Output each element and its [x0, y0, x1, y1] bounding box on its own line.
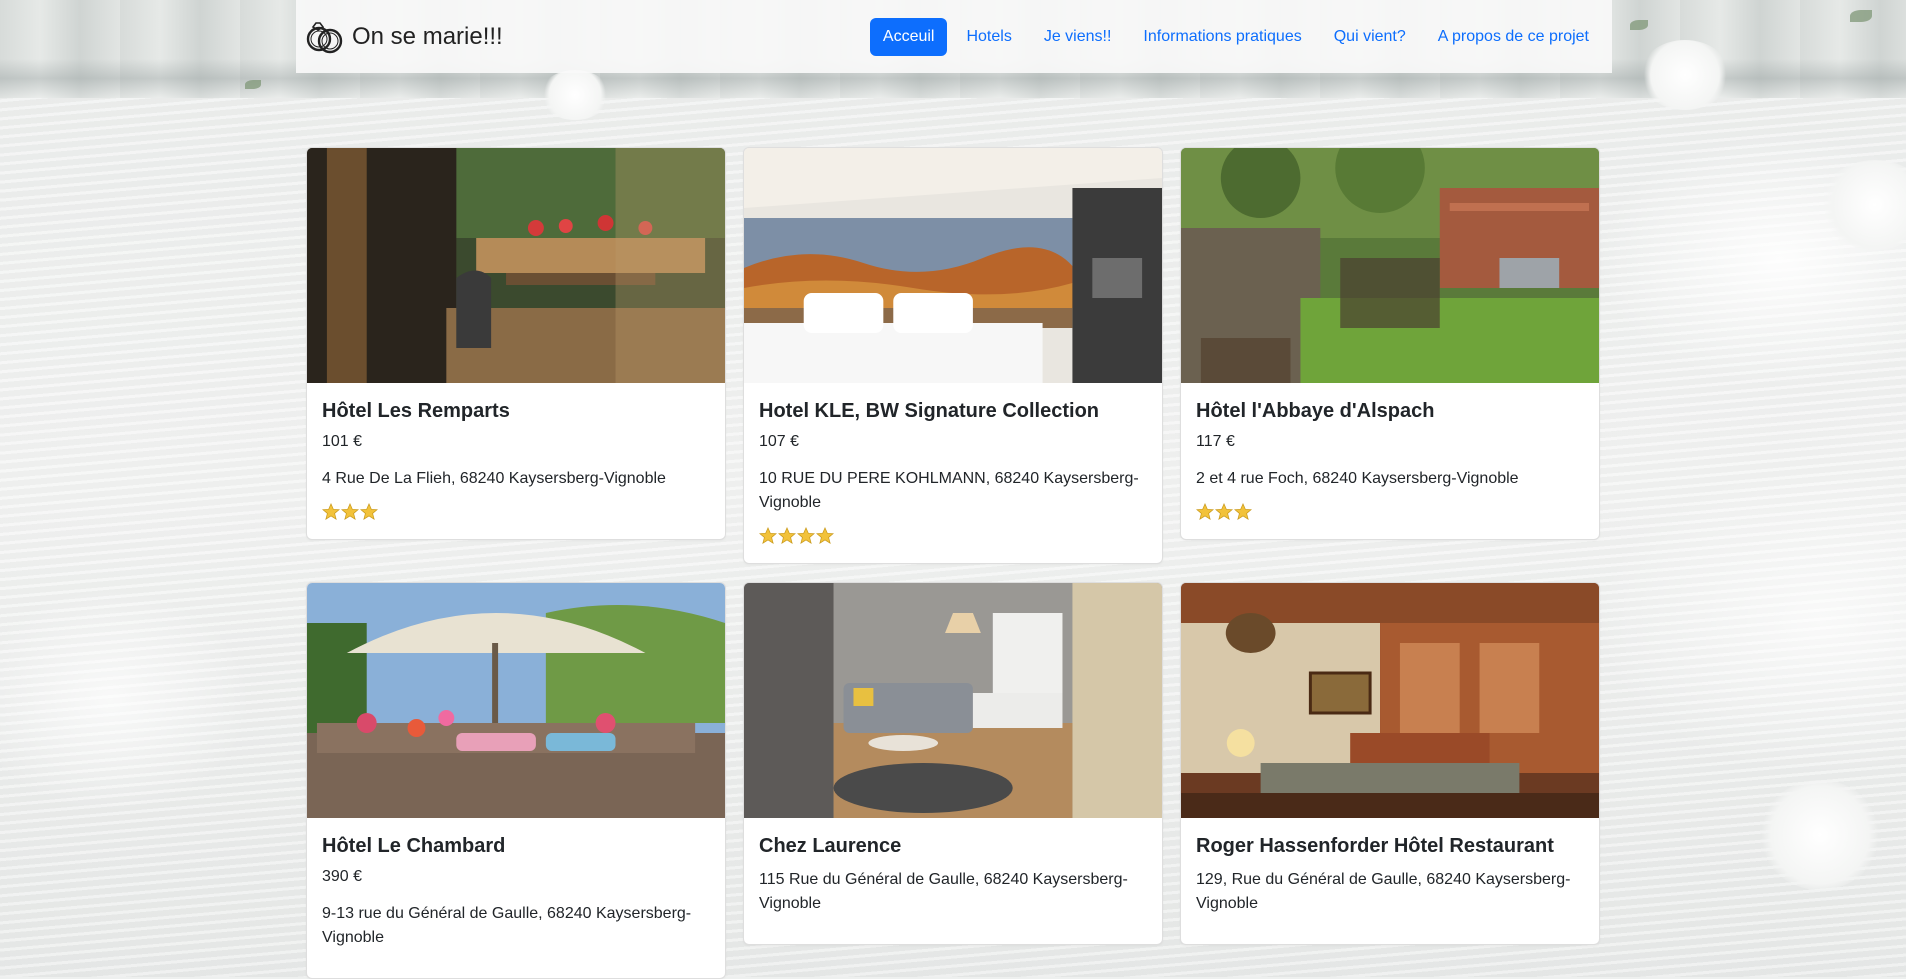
- hotel-address: 115 Rue du Général de Gaulle, 68240 Kays…: [759, 871, 1128, 912]
- hotel-name: Hôtel l'Abbaye d'Alspach: [1196, 400, 1435, 422]
- hotel-address: 129, Rue du Général de Gaulle, 68240 Kay…: [1196, 871, 1571, 912]
- leaf-decoration: [1630, 20, 1648, 30]
- star-icon: [360, 503, 378, 520]
- hotel-bedroom-photo: [744, 148, 1162, 383]
- star-rating: [1196, 503, 1584, 523]
- nav-link-a-propos[interactable]: A propos de ce projet: [1425, 18, 1602, 56]
- star-icon: [341, 503, 359, 520]
- hotel-card[interactable]: Hôtel Le Chambard 390 € 9-13 rue du Géné…: [306, 582, 726, 979]
- nav-link-hotels[interactable]: Hotels: [953, 18, 1024, 56]
- hotel-name: Roger Hassenforder Hôtel Restaurant: [1196, 835, 1554, 857]
- brand[interactable]: On se marie!!!: [304, 16, 503, 58]
- hotel-name: Hôtel Les Remparts: [322, 400, 510, 422]
- star-icon: [797, 527, 815, 544]
- hotel-price: 101 €: [322, 433, 363, 450]
- star-icon: [778, 527, 796, 544]
- star-icon: [759, 527, 777, 544]
- hotel-address: 10 RUE DU PERE KOHLMANN, 68240 Kaysersbe…: [759, 470, 1139, 511]
- hotel-card[interactable]: Hotel KLE, BW Signature Collection 107 €…: [743, 147, 1163, 564]
- hotel-price: 107 €: [759, 433, 800, 450]
- wedding-rings-icon: [306, 21, 343, 53]
- brand-name: On se marie!!!: [352, 22, 503, 50]
- guest-room-photo: [744, 583, 1162, 818]
- hotel-address: 2 et 4 rue Foch, 68240 Kaysersberg-Vigno…: [1196, 470, 1519, 487]
- hotel-name: Hôtel Le Chambard: [322, 835, 506, 857]
- flower-decoration: [1760, 780, 1880, 890]
- nav-link-qui-vient[interactable]: Qui vient?: [1321, 18, 1419, 56]
- star-rating: [322, 503, 710, 523]
- parasol-terrace-photo: [307, 583, 725, 818]
- hotel-card-grid: Hôtel Les Remparts 101 € 4 Rue De La Fli…: [306, 147, 1600, 979]
- leaf-decoration: [1850, 10, 1872, 22]
- nav-link-je-viens[interactable]: Je viens!!: [1031, 18, 1125, 56]
- star-icon: [1196, 503, 1214, 520]
- top-navbar: On se marie!!! Acceuil Hotels Je viens!!…: [296, 0, 1612, 73]
- star-icon: [816, 527, 834, 544]
- hotel-card[interactable]: Roger Hassenforder Hôtel Restaurant 129,…: [1180, 582, 1600, 945]
- hotel-name: Chez Laurence: [759, 835, 902, 857]
- hotel-card[interactable]: Hôtel Les Remparts 101 € 4 Rue De La Fli…: [306, 147, 726, 540]
- hotel-price: 390 €: [322, 868, 363, 885]
- nav-link-informations-pratiques[interactable]: Informations pratiques: [1130, 18, 1314, 56]
- hotel-address: 4 Rue De La Flieh, 68240 Kaysersberg-Vig…: [322, 470, 666, 487]
- nav-link-acceuil[interactable]: Acceuil: [869, 17, 948, 56]
- flower-decoration: [540, 70, 610, 120]
- leaf-decoration: [245, 80, 261, 89]
- flower-decoration: [1640, 40, 1730, 110]
- star-icon: [1234, 503, 1252, 520]
- hotel-address: 9-13 rue du Général de Gaulle, 68240 Kay…: [322, 905, 692, 946]
- star-rating: [759, 527, 1147, 547]
- hotel-card[interactable]: Hôtel l'Abbaye d'Alspach 117 € 2 et 4 ru…: [1180, 147, 1600, 540]
- balcony-terrace-photo: [307, 148, 725, 383]
- star-icon: [322, 503, 340, 520]
- garden-courtyard-photo: [1181, 148, 1599, 383]
- hotel-name: Hotel KLE, BW Signature Collection: [759, 400, 1100, 422]
- nav-links: Acceuil Hotels Je viens!! Informations p…: [869, 17, 1602, 56]
- hotel-price: 117 €: [1196, 433, 1235, 450]
- hotel-card[interactable]: Chez Laurence 115 Rue du Général de Gaul…: [743, 582, 1163, 945]
- star-icon: [1215, 503, 1233, 520]
- restaurant-interior-photo: [1181, 583, 1599, 818]
